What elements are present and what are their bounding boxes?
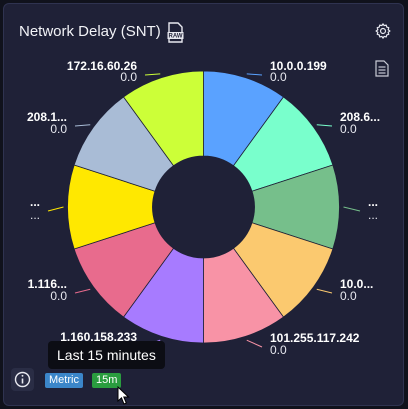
time-range-tooltip: Last 15 minutes [48, 341, 165, 369]
slice-leader-line [343, 206, 361, 212]
slice-leader-line [144, 73, 161, 76]
slice-value-label: 0.0 [50, 122, 67, 136]
slice-label: ... [368, 195, 378, 209]
info-icon [14, 371, 31, 388]
info-button[interactable] [11, 368, 34, 391]
slice-leader-line [246, 73, 263, 76]
slice-value-label: 0.0 [270, 343, 287, 357]
slice-leader-line [316, 288, 333, 294]
slice-value-label: 0.0 [120, 70, 137, 84]
slice-leader-line [316, 124, 333, 127]
slice-value-label: 0.0 [340, 289, 357, 303]
slice-leader-line [47, 206, 64, 212]
slice-value-label: 0.0 [340, 122, 357, 136]
slice-value-label: ... [368, 208, 378, 222]
slice-leader-line [246, 339, 263, 348]
slice-label: ... [30, 195, 40, 209]
slice-value-label: 0.0 [50, 289, 67, 303]
metric-badge[interactable]: Metric [45, 373, 83, 388]
slice-leader-line [74, 288, 91, 294]
slice-leader-line [74, 124, 91, 127]
slice-value-label: 0.0 [270, 70, 287, 84]
mouse-pointer-icon [117, 386, 130, 405]
slice-value-label: ... [30, 208, 40, 222]
